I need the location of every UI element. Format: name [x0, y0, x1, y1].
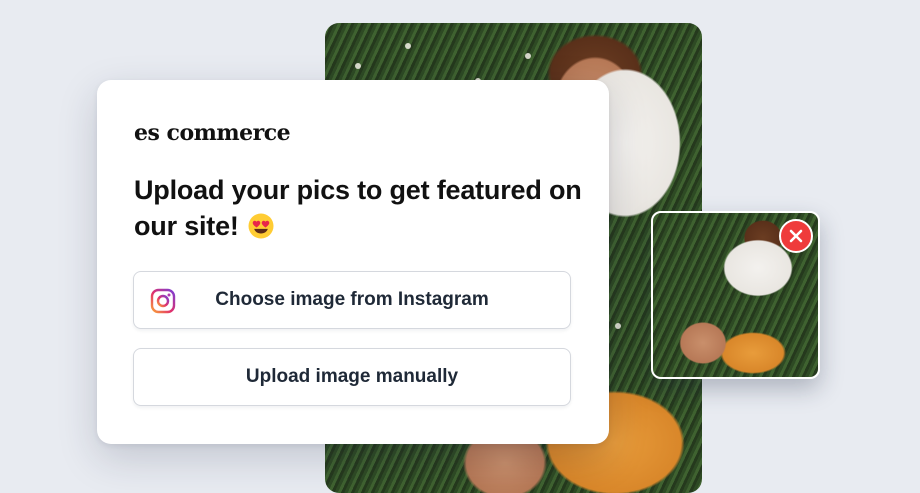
- instagram-button-label: Choose image from Instagram: [215, 289, 489, 310]
- instagram-icon: [150, 288, 176, 314]
- choose-instagram-button[interactable]: Choose image from Instagram: [133, 271, 571, 329]
- heart-eyes-emoji-icon: [248, 213, 274, 239]
- upload-manually-button[interactable]: Upload image manually: [133, 348, 571, 406]
- brand-logo: es commerce: [134, 120, 291, 146]
- upload-button-label: Upload image manually: [245, 366, 459, 387]
- page-title: Upload your pics to get featured on our …: [134, 172, 584, 244]
- close-icon: [789, 229, 803, 243]
- upload-card: es commerce Upload your pics to get feat…: [97, 80, 609, 444]
- remove-image-button[interactable]: [779, 219, 813, 253]
- headline-text: Upload your pics to get featured on our …: [134, 175, 582, 241]
